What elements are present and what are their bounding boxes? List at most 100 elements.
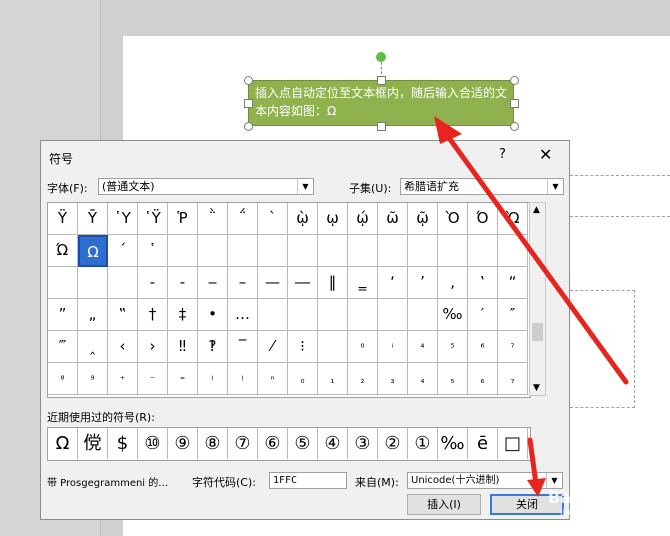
recent-symbol[interactable]: ① (408, 428, 438, 459)
symbol-cell[interactable]: ` (258, 203, 288, 235)
symbol-cell[interactable]: ‑ (168, 267, 198, 299)
symbol-cell[interactable]: ” (48, 299, 78, 331)
rotation-handle[interactable] (376, 52, 386, 62)
placeholder-box-right[interactable] (570, 290, 635, 408)
placeholder-box-top[interactable] (570, 175, 670, 217)
symbol-cell[interactable]: ⁹ (78, 363, 108, 395)
recent-symbol[interactable]: ⑥ (258, 428, 288, 459)
resize-handle-s[interactable] (377, 122, 386, 131)
symbol-cell[interactable]: ⁵ (438, 331, 468, 363)
symbol-cell[interactable]: „ (78, 299, 108, 331)
recent-symbol[interactable]: ⑩ (138, 428, 168, 459)
symbol-cell[interactable]: Ÿ (48, 203, 78, 235)
font-select[interactable]: (普通文本) ▼ (98, 178, 314, 195)
recent-symbol[interactable]: ⑤ (288, 428, 318, 459)
symbol-cell[interactable] (468, 235, 498, 267)
symbol-cell[interactable] (408, 235, 438, 267)
resize-handle-se[interactable] (510, 122, 519, 131)
recent-symbol[interactable]: Ω (48, 428, 78, 459)
symbol-cell[interactable]: ₁ (318, 363, 348, 395)
recent-symbol[interactable]: 傥 (78, 428, 108, 459)
symbol-cell[interactable]: ‹ (108, 331, 138, 363)
symbol-cell[interactable]: † (138, 299, 168, 331)
symbol-cell[interactable] (408, 299, 438, 331)
symbol-cell[interactable]: ₂ (348, 363, 378, 395)
resize-handle-ne[interactable] (510, 76, 519, 85)
symbol-cell[interactable]: ₄ (408, 363, 438, 395)
symbol-cell[interactable] (498, 235, 528, 267)
symbol-cell[interactable]: ΅ (228, 203, 258, 235)
symbol-cell[interactable]: ‽ (198, 331, 228, 363)
recent-symbol[interactable]: □ (498, 428, 528, 459)
resize-handle-nw[interactable] (244, 76, 253, 85)
symbol-cell[interactable]: Ȳ (78, 203, 108, 235)
symbol-cell[interactable]: ⁰ (348, 331, 378, 363)
subset-select[interactable]: 希腊语扩充 ▼ (400, 178, 564, 195)
symbol-cell[interactable]: ῭ (198, 203, 228, 235)
symbol-cell[interactable] (78, 267, 108, 299)
symbol-cell[interactable]: ⁾ (228, 363, 258, 395)
symbol-cell[interactable]: ´ (108, 235, 138, 267)
symbol-cell[interactable]: ⁼ (168, 363, 198, 395)
symbol-cell[interactable]: Ω (78, 235, 108, 267)
symbol-cell[interactable]: ῷ (408, 203, 438, 235)
symbol-cell[interactable]: Ώ (48, 235, 78, 267)
symbol-cell[interactable]: “ (498, 267, 528, 299)
symbol-cell[interactable]: ₅ (438, 363, 468, 395)
recent-symbol[interactable]: ③ (348, 428, 378, 459)
symbol-cell[interactable]: … (228, 299, 258, 331)
symbol-cell[interactable]: ῲ (288, 203, 318, 235)
insert-button[interactable]: 插入(I) (407, 494, 481, 515)
symbol-cell[interactable]: ‚ (438, 267, 468, 299)
symbol-cell[interactable] (168, 235, 198, 267)
chevron-down-icon[interactable]: ▼ (533, 383, 540, 393)
symbol-cell[interactable]: ⁄ (258, 331, 288, 363)
text-shape[interactable]: 插入点自动定位至文本框内，随后输入合适的文本内容如图：Ω (248, 80, 514, 126)
chevron-up-icon[interactable]: ▲ (533, 205, 540, 215)
symbol-cell[interactable]: ″ (498, 299, 528, 331)
symbol-cell[interactable]: ῾Y (108, 203, 138, 235)
symbol-cell[interactable]: Ὼ (498, 203, 528, 235)
symbol-cell[interactable]: ῶ (378, 203, 408, 235)
symbol-cell[interactable]: ‾ (228, 331, 258, 363)
symbol-cell[interactable]: ⁽ (198, 363, 228, 395)
from-select[interactable]: Unicode(十六进制) ▼ (407, 472, 563, 489)
symbol-cell[interactable] (318, 331, 348, 363)
symbol-cell[interactable]: ‟ (108, 299, 138, 331)
symbol-cell[interactable]: ⁝ (288, 331, 318, 363)
symbol-cell[interactable]: • (198, 299, 228, 331)
symbol-cell[interactable]: ‒ (198, 267, 228, 299)
symbol-cell[interactable]: ‼ (168, 331, 198, 363)
resize-handle-e[interactable] (510, 99, 519, 108)
symbol-cell[interactable]: › (138, 331, 168, 363)
symbol-cell[interactable] (258, 235, 288, 267)
symbol-cell[interactable] (258, 299, 288, 331)
symbol-cell[interactable]: Ό (468, 203, 498, 235)
close-icon[interactable]: ✕ (539, 145, 552, 164)
symbol-cell[interactable] (108, 267, 138, 299)
symbol-cell[interactable] (288, 235, 318, 267)
symbol-cell[interactable]: ₆ (468, 363, 498, 395)
symbol-cell[interactable] (348, 235, 378, 267)
recent-symbol[interactable]: ② (378, 428, 408, 459)
scroll-thumb[interactable] (532, 323, 543, 341)
symbol-cell[interactable]: – (228, 267, 258, 299)
recent-symbol[interactable]: ‰ (438, 428, 468, 459)
recent-symbols-list[interactable]: Ω 傥 $ ⑩ ⑨ ⑧ ⑦ ⑥ ⑤ ④ ③ ② ① ‰ ē □ (47, 427, 531, 461)
symbol-cell[interactable] (378, 235, 408, 267)
symbol-cell[interactable]: ₀ (288, 363, 318, 395)
symbol-cell[interactable] (228, 235, 258, 267)
symbol-cell[interactable]: ₃ (378, 363, 408, 395)
resize-handle-w[interactable] (244, 99, 253, 108)
recent-symbol[interactable]: ē (468, 428, 498, 459)
symbol-cell[interactable]: ⁺ (108, 363, 138, 395)
symbol-cell[interactable]: ⁿ (258, 363, 288, 395)
recent-symbol[interactable]: ⑨ (168, 428, 198, 459)
symbol-cell[interactable]: ⁶ (468, 331, 498, 363)
symbol-cell[interactable]: — (258, 267, 288, 299)
symbol-cell[interactable] (288, 299, 318, 331)
symbol-cell[interactable] (318, 299, 348, 331)
symbol-cell[interactable]: ⁱ (378, 331, 408, 363)
symbol-cell[interactable]: ῳ (318, 203, 348, 235)
symbol-cell[interactable]: ‸ (78, 331, 108, 363)
